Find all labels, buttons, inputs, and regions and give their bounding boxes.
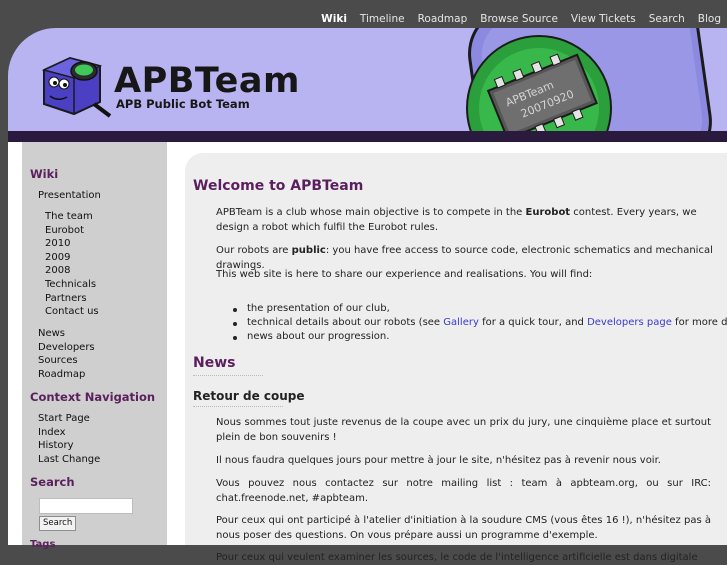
sidebar-item-2010[interactable]: 2010 [45,238,70,249]
news-paragraph: Pour ceux qui ont participé à l'atelier … [216,515,711,541]
site-header-banner: APBTeam APB Public Bot Team APBTeam 2007… [8,28,727,131]
developers-page-link[interactable]: Developers page [587,317,672,328]
share-paragraph: This web site is here to share our exper… [216,269,593,280]
sidebar-item-partners[interactable]: Partners [45,293,87,304]
intro-paragraph: APBTeam is a club whose main objective i… [216,207,697,233]
nav-timeline[interactable]: Timeline [360,13,405,25]
sidebar-item-2009[interactable]: 2009 [45,252,70,263]
circuit-board-illustration-icon: APBTeam 20070920 [466,28,712,131]
sidebar-item-sources[interactable]: Sources [38,355,78,366]
site-subtitle: APB Public Bot Team [116,97,250,111]
sidebar-item-news[interactable]: News [38,328,65,339]
sidebar-item-eurobot[interactable]: Eurobot [45,225,84,236]
gallery-link[interactable]: Gallery [443,317,479,328]
heading-underline [193,375,263,376]
sidebar-item-index[interactable]: Index [38,427,66,438]
page-title: Welcome to APBTeam [193,178,364,194]
robot-mascot-icon[interactable] [40,52,112,118]
sidebar-heading-search: Search [30,475,75,489]
search-input[interactable] [39,498,133,514]
sidebar-heading-context-navigation: Context Navigation [30,390,156,404]
news-paragraph: Nous sommes tout juste revenus de la cou… [216,417,711,443]
sidebar-item-contact-us[interactable]: Contact us [45,306,99,317]
sidebar-item-2008[interactable]: 2008 [45,265,70,276]
sidebar-item-last-change[interactable]: Last Change [38,454,100,465]
top-navigation: Wiki Timeline Roadmap Browse Source View Tic… [0,0,727,28]
news-paragraph: Pour ceux qui veulent examiner les sourc… [216,552,698,563]
news-paragraph: Vous pouvez nous contactez sur notre mai… [216,478,711,504]
site-title[interactable]: APBTeam [114,61,300,101]
nav-blog[interactable]: Blog [698,13,721,25]
nav-search[interactable]: Search [649,13,685,25]
page-body: Wiki Presentation The team Eurobot 2010 … [8,142,727,563]
public-bold: public [291,245,326,256]
heading-underline [193,406,283,407]
sidebar-item-presentation[interactable]: Presentation [38,190,101,201]
sidebar-item-the-team[interactable]: The team [45,211,93,222]
sidebar-item-developers[interactable]: Developers [38,342,95,353]
sidebar: Wiki Presentation The team Eurobot 2010 … [22,142,167,550]
sidebar-item-technicals[interactable]: Technicals [45,279,96,290]
sidebar-item-start-page[interactable]: Start Page [38,413,90,424]
sidebar-heading-wiki: Wiki [30,167,59,181]
nav-view-tickets[interactable]: View Tickets [571,13,636,25]
header-divider [8,131,727,142]
nav-roadmap[interactable]: Roadmap [418,13,468,25]
nav-browse-source[interactable]: Browse Source [480,13,558,25]
nav-wiki[interactable]: Wiki [321,13,347,25]
bullet-item: news about our progression. [232,331,390,342]
sidebar-item-roadmap[interactable]: Roadmap [38,369,85,380]
news-post-title[interactable]: Retour de coupe [193,389,305,403]
news-heading: News [193,355,236,371]
sidebar-item-history[interactable]: History [38,440,74,451]
search-button[interactable]: Search [39,516,77,531]
bullet-item: technical details about our robots (see … [232,317,727,328]
eurobot-bold: Eurobot [525,207,571,218]
news-paragraph: Il nous faudra quelques jours pour mettr… [216,455,661,466]
bullet-item: the presentation of our club, [233,303,390,314]
main-content: Welcome to APBTeam APBTeam is a club who… [185,153,727,563]
